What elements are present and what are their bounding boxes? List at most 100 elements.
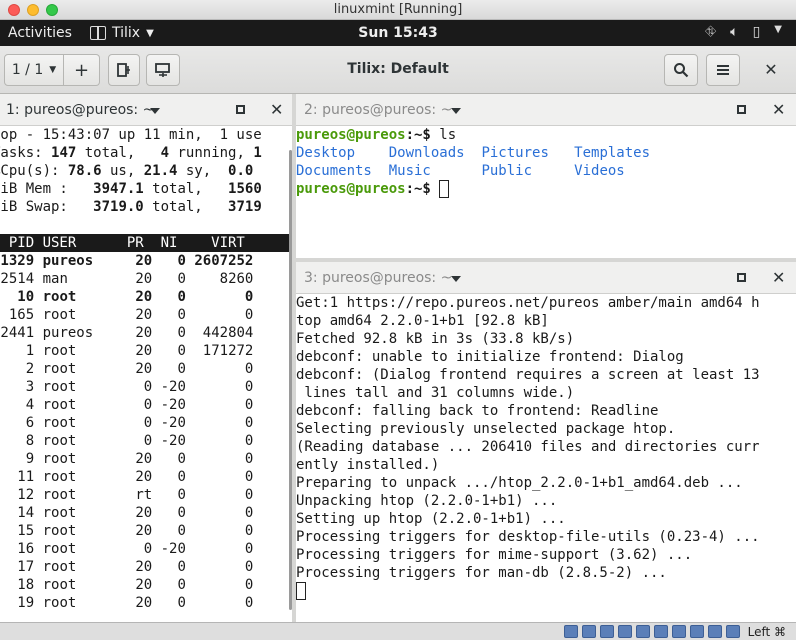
mouse-integration-icon[interactable] — [726, 625, 740, 638]
apt-output-line: lines tall and 31 columns wide.) — [296, 385, 575, 401]
chevron-down-icon[interactable]: ▼ — [774, 24, 782, 40]
top-cell: 0 — [160, 343, 186, 359]
clock[interactable]: Sun 15:43 — [0, 25, 796, 41]
pane-2-titlebar: 2: pureos@pureos: ~ ✕ — [296, 94, 796, 126]
top-cell: 0 — [194, 397, 254, 413]
usb-icon[interactable] — [636, 625, 650, 638]
top-cell: 10 — [17, 289, 35, 305]
top-cell: root — [42, 487, 119, 503]
top-summary-part: Tasks: — [0, 145, 43, 161]
search-button[interactable] — [664, 54, 698, 86]
directory-entry[interactable]: Downloads — [389, 145, 482, 161]
terminal-pane-3[interactable]: 3: pureos@pureos: ~ ✕ Get:1 https://repo… — [296, 262, 796, 622]
top-summary-part: running, — [169, 145, 254, 161]
directory-entry[interactable]: Music — [389, 163, 482, 179]
top-cell: root — [42, 289, 119, 305]
top-cell: root — [42, 379, 119, 395]
battery-icon[interactable]: ▯ — [753, 24, 761, 40]
display-icon[interactable] — [672, 625, 686, 638]
network-icon[interactable] — [618, 625, 632, 638]
top-cell: man — [42, 271, 119, 287]
top-summary-text: top - 15:43:07 up 11 min, 1 use — [0, 127, 262, 143]
terminal-pane-1[interactable]: 1: pureos@pureos: ~ ✕ top - 15:43:07 up … — [0, 94, 292, 622]
command-text: ls — [439, 127, 457, 143]
top-cell: root — [42, 559, 119, 575]
directory-entry[interactable]: Documents — [296, 163, 389, 179]
top-summary-part: 21.4 — [143, 163, 178, 179]
close-icon[interactable]: ✕ — [772, 268, 785, 287]
apt-output-line: debconf: (Dialog frontend requires a scr… — [296, 367, 760, 383]
shared-folder-icon[interactable] — [654, 625, 668, 638]
top-process-row: 165 root 20 0 0 — [0, 306, 292, 324]
pane-1-title[interactable]: 1: pureos@pureos: ~ — [6, 102, 154, 118]
top-cell: 0 — [126, 415, 153, 431]
chevron-down-icon[interactable] — [451, 108, 461, 114]
top-output[interactable]: top - 15:43:07 up 11 min, 1 useTasks: 14… — [0, 126, 292, 622]
directory-entry[interactable]: Videos — [574, 163, 625, 179]
top-column-header: PID USER PR NI VIRT — [0, 234, 292, 252]
top-summary-part: 1560 — [228, 181, 262, 197]
top-summary-part: total, — [143, 181, 229, 197]
top-cell: 0 — [160, 523, 186, 539]
cpu-icon[interactable] — [708, 625, 722, 638]
top-cell: 0 — [194, 289, 254, 305]
top-cell: 20 — [126, 595, 153, 611]
hamburger-menu-button[interactable] — [706, 54, 740, 86]
chevron-down-icon[interactable] — [451, 276, 461, 282]
recording-icon[interactable] — [690, 625, 704, 638]
volume-icon[interactable]: 🔈︎ — [730, 24, 738, 40]
top-cell: 6 — [25, 415, 35, 431]
top-cell: 0 — [160, 451, 186, 467]
pane-2-title[interactable]: 2: pureos@pureos: ~ — [304, 102, 452, 118]
close-icon[interactable]: ✕ — [772, 100, 785, 119]
maximize-icon[interactable] — [737, 105, 746, 114]
top-cell: 8260 — [194, 271, 254, 287]
tilix-headerbar: 1 / 1 ▼ + Tilix: Default ✕ — [0, 46, 796, 94]
maximize-icon[interactable] — [737, 273, 746, 282]
top-cell: 14 — [17, 505, 35, 521]
hamburger-icon — [717, 65, 729, 75]
top-summary-line: MiB Swap: 3719.0 total, 3719 — [0, 198, 292, 216]
directory-entry[interactable]: Public — [481, 163, 574, 179]
optical-drive-icon[interactable] — [582, 625, 596, 638]
top-cell: 8 — [25, 433, 35, 449]
terminal-pane-2[interactable]: 2: pureos@pureos: ~ ✕ pureos@pureos:~$ l… — [296, 94, 796, 258]
top-cell: root — [42, 505, 119, 521]
apt-output[interactable]: Get:1 https://repo.pureos.net/pureos amb… — [296, 294, 796, 622]
top-cell: 20 — [126, 271, 153, 287]
vm-device-icons[interactable] — [564, 625, 740, 638]
top-cell: root — [42, 451, 119, 467]
pane-3-title[interactable]: 3: pureos@pureos: ~ — [304, 270, 452, 286]
top-cell: 2514 — [0, 271, 35, 287]
prompt-line: pureos@pureos:~$ — [296, 180, 796, 198]
system-tray[interactable]: ⛗ 🔈︎ ▯ ▼ — [705, 24, 782, 40]
directory-entry[interactable]: Desktop — [296, 145, 389, 161]
apt-output-line: (Reading database ... 206410 files and d… — [296, 439, 760, 455]
top-cell: 4 — [25, 397, 35, 413]
top-cell: root — [42, 343, 119, 359]
ls-output[interactable]: pureos@pureos:~$ ls Desktop Downloads Pic… — [296, 126, 796, 258]
directory-entry[interactable]: Pictures — [481, 145, 574, 161]
apt-output-line: debconf: unable to initialize frontend: … — [296, 349, 684, 365]
close-icon[interactable]: ✕ — [270, 100, 283, 119]
disk-icon[interactable] — [564, 625, 578, 638]
network-icon[interactable]: ⛗ — [705, 24, 716, 40]
top-cell: 1 — [25, 343, 35, 359]
maximize-icon[interactable] — [236, 105, 245, 114]
top-process-row: 1 root 20 0 171272 — [0, 342, 292, 360]
directory-entry[interactable]: Templates — [574, 145, 650, 161]
top-cell: 20 — [126, 361, 153, 377]
top-cell: rt — [126, 487, 153, 503]
top-cell: 0 — [194, 577, 254, 593]
top-summary-part: 0.0 — [228, 163, 254, 179]
top-process-row: 1329 pureos 20 0 2607252 — [0, 252, 292, 270]
audio-icon[interactable] — [600, 625, 614, 638]
prompt-path: :~$ — [405, 127, 440, 143]
close-window-button[interactable]: ✕ — [760, 60, 782, 82]
top-cell: 20 — [126, 253, 153, 269]
top-cell: 20 — [126, 307, 153, 323]
top-cell: root — [42, 595, 119, 611]
top-cell: 0 — [194, 307, 254, 323]
chevron-down-icon[interactable] — [150, 108, 160, 114]
vm-title: linuxmint [Running] — [333, 2, 463, 17]
